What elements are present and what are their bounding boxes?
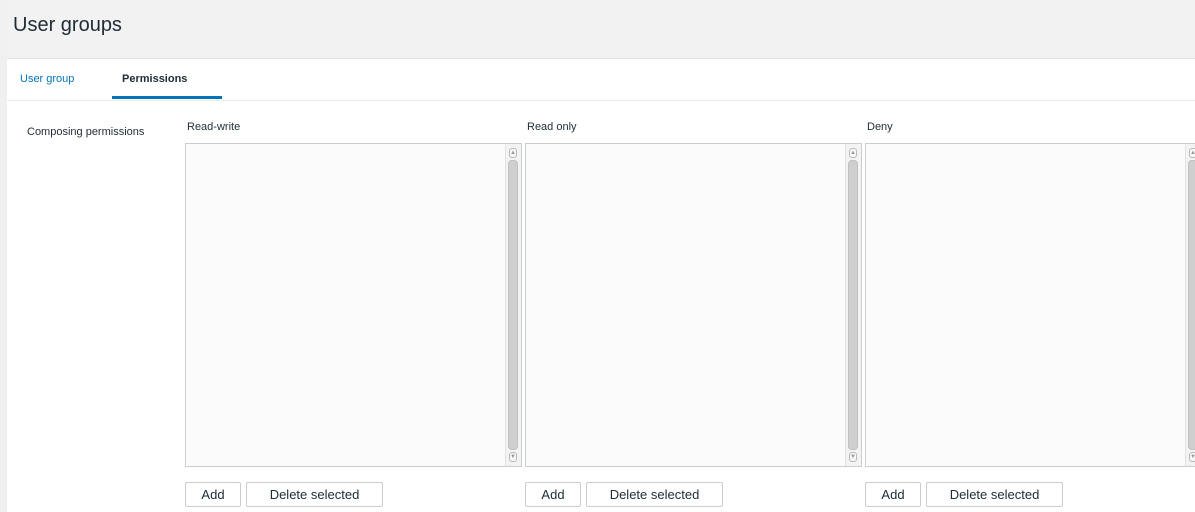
read-write-title: Read-write [187, 121, 241, 133]
user-groups-page: User groups User group Permissions Compo… [0, 0, 1195, 512]
deny-add-button[interactable]: Add [865, 482, 921, 507]
deny-delete-selected-button[interactable]: Delete selected [926, 482, 1063, 507]
read-write-listbox[interactable]: ▲ ▼ [185, 143, 522, 467]
read-write-add-button[interactable]: Add [185, 482, 241, 507]
deny-scrollbar[interactable]: ▲ ▼ [1185, 144, 1195, 466]
tab-user-group[interactable]: User group [20, 73, 74, 85]
active-tab-indicator [112, 96, 222, 99]
page-title: User groups [13, 14, 122, 36]
read-only-scrollbar[interactable]: ▲ ▼ [845, 144, 861, 466]
scroll-thumb[interactable] [508, 160, 518, 450]
read-only-title: Read only [527, 121, 577, 133]
chevron-down-icon[interactable]: ▼ [1189, 452, 1195, 462]
composing-permissions-label: Composing permissions [27, 126, 145, 138]
chevron-up-icon[interactable]: ▲ [849, 148, 857, 158]
deny-listbox[interactable]: ▲ ▼ [865, 143, 1195, 467]
scroll-thumb[interactable] [1188, 160, 1195, 450]
read-only-add-button[interactable]: Add [525, 482, 581, 507]
deny-title: Deny [867, 121, 893, 133]
tab-bar: User group Permissions [7, 59, 1195, 101]
tab-permissions[interactable]: Permissions [122, 73, 187, 85]
page-header: User groups [7, 0, 1195, 59]
chevron-down-icon[interactable]: ▼ [849, 452, 857, 462]
read-only-listbox[interactable]: ▲ ▼ [525, 143, 862, 467]
read-write-delete-selected-button[interactable]: Delete selected [246, 482, 383, 507]
chevron-up-icon[interactable]: ▲ [509, 148, 517, 158]
chevron-down-icon[interactable]: ▼ [509, 452, 517, 462]
chevron-up-icon[interactable]: ▲ [1189, 148, 1195, 158]
scroll-thumb[interactable] [848, 160, 858, 450]
read-write-scrollbar[interactable]: ▲ ▼ [505, 144, 521, 466]
read-only-delete-selected-button[interactable]: Delete selected [586, 482, 723, 507]
